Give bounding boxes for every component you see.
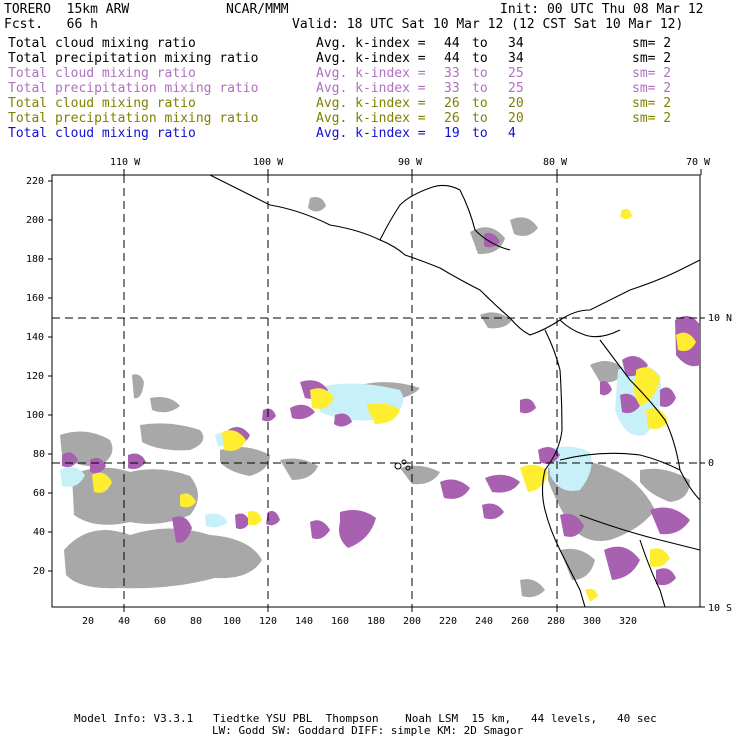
physics-info: LW: Godd SW: Goddard DIFF: simple KM: 2D… [212, 724, 524, 737]
y-tick-label: 20 [33, 566, 45, 577]
y-tick-label: 220 [26, 176, 44, 187]
x-tick-label: 100 [223, 616, 241, 627]
y-tick-label: 120 [26, 371, 44, 382]
x-tick-label: 260 [511, 616, 529, 627]
kindex-to: 34 [508, 36, 524, 51]
lat-label: 0 [708, 458, 714, 469]
field-name: Total cloud mixing ratio [8, 36, 196, 51]
lat-label: 10 N [708, 313, 732, 324]
y-tick-label: 140 [26, 332, 44, 343]
lon-label: 100 W [253, 157, 284, 168]
top-ticks [123, 169, 702, 175]
kindex-to: 25 [508, 66, 524, 81]
x-tick-label: 300 [583, 616, 601, 627]
kindex-to-label: to [472, 81, 488, 96]
x-tick-label: 120 [259, 616, 277, 627]
kindex-to-label: to [472, 96, 488, 111]
lon-label: 80 W [543, 157, 568, 168]
x-tick-label: 60 [154, 616, 166, 627]
field-name: Total precipitation mixing ratio [8, 81, 259, 96]
kindex-from: 33 [444, 81, 460, 96]
smoothing-value: sm= 2 [632, 111, 672, 126]
x-tick-label: 40 [118, 616, 130, 627]
smoothing-value: sm= 2 [632, 51, 672, 66]
x-tick-label: 80 [190, 616, 202, 627]
x-tick-label: 320 [619, 616, 637, 627]
kindex-to: 4 [508, 126, 516, 141]
x-tick-label: 200 [403, 616, 421, 627]
field-name: Total cloud mixing ratio [8, 66, 196, 81]
kindex-from: 33 [444, 66, 460, 81]
smoothing-value: sm= 2 [632, 66, 672, 81]
kindex-to: 20 [508, 111, 524, 126]
kindex-from: 44 [444, 36, 460, 51]
kindex-label: Avg. k-index = [316, 96, 426, 111]
kindex-label: Avg. k-index = [316, 36, 426, 51]
y-tick-label: 60 [33, 488, 45, 499]
kindex-from: 19 [444, 126, 460, 141]
kindex-to: 25 [508, 81, 524, 96]
kindex-from: 26 [444, 111, 460, 126]
y-axis: 220 200 180 160 140 120 100 80 60 40 20 [26, 176, 45, 577]
x-axis: 20 40 60 80 100 120 140 160 180 200 220 … [82, 616, 637, 627]
forecast-hour: Fcst. 66 h [4, 17, 98, 32]
lon-label: 110 W [110, 157, 141, 168]
kindex-to-label: to [472, 51, 488, 66]
x-tick-label: 280 [547, 616, 565, 627]
kindex-label: Avg. k-index = [316, 111, 426, 126]
field-name: Total cloud mixing ratio [8, 126, 196, 141]
init-time: Init: 00 UTC Thu 08 Mar 12 [500, 2, 704, 17]
x-tick-label: 140 [295, 616, 313, 627]
y-tick-label: 80 [33, 449, 45, 460]
lat-label: 10 S [708, 603, 732, 614]
kindex-to-label: to [472, 126, 488, 141]
valid-time: Valid: 18 UTC Sat 10 Mar 12 (12 CST Sat … [292, 17, 684, 32]
forecast-map: 110 W 100 W 90 W 80 W 70 W 220 200 180 1… [26, 157, 732, 627]
smoothing-value: sm= 2 [632, 96, 672, 111]
kindex-to: 34 [508, 51, 524, 66]
y-tick-label: 160 [26, 293, 44, 304]
kindex-label: Avg. k-index = [316, 81, 426, 96]
lon-label: 70 W [686, 157, 711, 168]
x-tick-label: 20 [82, 616, 94, 627]
lon-label: 90 W [398, 157, 423, 168]
kindex-from: 26 [444, 96, 460, 111]
kindex-to-label: to [472, 36, 488, 51]
kindex-label: Avg. k-index = [316, 126, 426, 141]
organization-label: NCAR/MMM [226, 2, 289, 17]
y-tick-label: 180 [26, 254, 44, 265]
field-name: Total precipitation mixing ratio [8, 111, 259, 126]
model-title: TORERO 15km ARW [4, 2, 130, 17]
kindex-label: Avg. k-index = [316, 51, 426, 66]
field-name: Total cloud mixing ratio [8, 96, 196, 111]
kindex-label: Avg. k-index = [316, 66, 426, 81]
right-ticks [700, 317, 705, 608]
kindex-to-label: to [472, 66, 488, 81]
smoothing-value: sm= 2 [632, 81, 672, 96]
x-tick-label: 220 [439, 616, 457, 627]
kindex-from: 44 [444, 51, 460, 66]
kindex-to-label: to [472, 111, 488, 126]
field-name: Total precipitation mixing ratio [8, 51, 259, 66]
x-tick-label: 180 [367, 616, 385, 627]
x-ticks [123, 607, 558, 612]
y-tick-label: 200 [26, 215, 44, 226]
smoothing-value: sm= 2 [632, 36, 672, 51]
x-tick-label: 160 [331, 616, 349, 627]
x-tick-label: 240 [475, 616, 493, 627]
y-tick-label: 40 [33, 527, 45, 538]
kindex-to: 20 [508, 96, 524, 111]
y-tick-label: 100 [26, 410, 44, 421]
y-ticks [48, 180, 52, 572]
